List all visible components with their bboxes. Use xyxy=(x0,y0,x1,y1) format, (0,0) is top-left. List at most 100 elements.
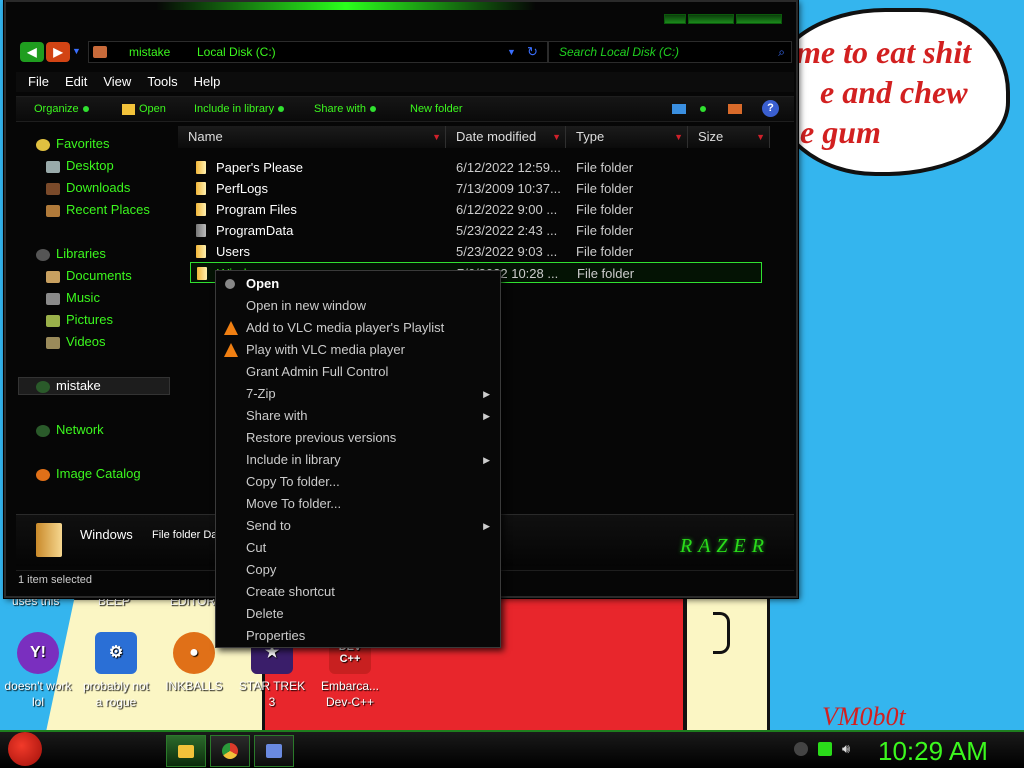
search-icon[interactable]: ⌕ xyxy=(778,42,785,62)
show-hidden-icons-icon[interactable] xyxy=(794,742,808,756)
close-button[interactable] xyxy=(736,14,782,24)
context-menu-item[interactable]: Create shortcut xyxy=(216,581,500,603)
table-row[interactable]: ProgramData 5/23/2022 2:43 ... File fold… xyxy=(190,220,762,241)
context-menu-item[interactable]: Delete xyxy=(216,603,500,625)
desktop-icon-label: INKBALLS xyxy=(165,679,223,693)
context-menu-label: Properties xyxy=(246,628,306,643)
folder-icon xyxy=(196,203,206,216)
context-menu-label: Create shortcut xyxy=(246,584,335,599)
nav-recent-places[interactable]: Recent Places xyxy=(46,200,150,220)
start-button-angry-bird-icon[interactable] xyxy=(8,732,42,766)
desktop-icon-rogue[interactable]: ⚙ probably not a rogue xyxy=(78,632,154,710)
submenu-arrow-icon: ▶ xyxy=(483,389,490,399)
music-icon xyxy=(46,292,60,305)
table-row[interactable]: PerfLogs 7/13/2009 10:37... File folder xyxy=(190,178,762,199)
nav-network[interactable]: Network xyxy=(36,420,104,440)
menu-file[interactable]: File xyxy=(22,72,55,92)
context-menu-item[interactable]: Share with ▶ xyxy=(216,405,500,427)
table-row[interactable]: Users 5/23/2022 9:03 ... File folder xyxy=(190,241,762,262)
context-menu-item[interactable]: Properties xyxy=(216,625,500,647)
context-menu-item[interactable]: Copy To folder... xyxy=(216,471,500,493)
breadcrumb-local-disk[interactable]: Local Disk (C:) xyxy=(197,42,276,62)
context-menu-item[interactable]: Move To folder... xyxy=(216,493,500,515)
taskbar-chrome-button[interactable] xyxy=(210,735,250,767)
back-button[interactable]: ◀ xyxy=(20,42,44,62)
breadcrumb-mistake[interactable]: mistake xyxy=(129,42,170,62)
volume-icon[interactable]: 🔊︎ xyxy=(842,742,856,756)
table-row[interactable]: Program Files 6/12/2022 9:00 ... File fo… xyxy=(190,199,762,220)
nav-documents[interactable]: Documents xyxy=(46,266,132,286)
context-menu-item[interactable]: Cut xyxy=(216,537,500,559)
view-options-icon[interactable] xyxy=(672,104,686,114)
file-name: Program Files xyxy=(216,202,297,217)
column-header-size[interactable]: Size ▼ xyxy=(688,126,770,148)
menu-edit[interactable]: Edit xyxy=(59,72,93,92)
context-menu-item[interactable]: Open xyxy=(216,273,500,295)
context-menu-item[interactable]: Add to VLC media player's Playlist xyxy=(216,317,500,339)
taskbar-explorer-button[interactable] xyxy=(166,735,206,767)
image-catalog-icon xyxy=(36,468,50,481)
desktop-icon-yahoo[interactable]: Y! doesn't work lol xyxy=(0,632,76,710)
column-dropdown-icon[interactable]: ▼ xyxy=(432,126,441,148)
nav-pictures[interactable]: Pictures xyxy=(46,310,113,330)
wallpaper-text-line-3: e gum xyxy=(800,114,881,150)
nav-videos[interactable]: Videos xyxy=(46,332,106,352)
nav-music[interactable]: Music xyxy=(46,288,100,308)
preview-pane-icon[interactable] xyxy=(728,104,742,114)
file-date: 6/12/2022 12:59... xyxy=(456,160,561,175)
context-menu-label: Open in new window xyxy=(246,298,366,313)
organize-button[interactable]: Organize xyxy=(34,97,89,121)
include-in-library-button[interactable]: Include in library xyxy=(194,97,285,121)
maximize-button[interactable] xyxy=(688,14,734,24)
folder-large-icon xyxy=(36,523,62,557)
column-dropdown-icon[interactable]: ▼ xyxy=(552,126,561,148)
minimize-button[interactable] xyxy=(664,14,686,24)
column-header-date[interactable]: Date modified ▼ xyxy=(446,126,566,148)
context-menu-item[interactable]: 7-Zip ▶ xyxy=(216,383,500,405)
file-date: 6/12/2022 9:00 ... xyxy=(456,202,558,217)
search-input[interactable]: Search Local Disk (C:) ⌕ xyxy=(548,41,792,63)
refresh-icon[interactable]: ↻ xyxy=(527,42,538,62)
context-menu-item[interactable]: Restore previous versions xyxy=(216,427,500,449)
nav-image-catalog[interactable]: Image Catalog xyxy=(36,464,141,484)
nav-libraries[interactable]: Libraries xyxy=(36,244,106,264)
context-menu-item[interactable]: Include in library ▶ xyxy=(216,449,500,471)
column-dropdown-icon[interactable]: ▼ xyxy=(674,126,683,148)
nav-downloads[interactable]: Downloads xyxy=(46,178,130,198)
network-tray-icon[interactable] xyxy=(818,742,832,756)
context-menu-item[interactable]: Play with VLC media player xyxy=(216,339,500,361)
taskbar-clock[interactable]: 10:29 AM xyxy=(878,736,988,766)
address-dropdown-icon[interactable]: ▼ xyxy=(507,42,516,62)
taskbar-control-panel-button[interactable] xyxy=(254,735,294,767)
help-icon[interactable]: ? xyxy=(762,100,779,117)
menu-tools[interactable]: Tools xyxy=(141,72,183,92)
menu-view[interactable]: View xyxy=(97,72,137,92)
window-controls xyxy=(664,14,782,24)
yahoo-messenger-icon: Y! xyxy=(17,632,59,674)
folder-open-icon xyxy=(122,103,135,115)
nav-favorites[interactable]: Favorites xyxy=(36,134,109,154)
new-folder-button[interactable]: New folder xyxy=(410,97,463,121)
address-bar[interactable]: mistake Local Disk (C:) ▼ ↻ xyxy=(88,41,548,63)
share-with-button[interactable]: Share with xyxy=(314,97,376,121)
nav-desktop[interactable]: Desktop xyxy=(46,156,114,176)
context-menu-item[interactable]: Send to ▶ xyxy=(216,515,500,537)
menu-help[interactable]: Help xyxy=(188,72,227,92)
nav-homegroup-mistake[interactable]: mistake xyxy=(36,376,101,396)
forward-button[interactable]: ▶ xyxy=(46,42,70,62)
file-type: File folder xyxy=(576,223,634,238)
column-header-name[interactable]: Name ▼ xyxy=(178,126,446,148)
documents-icon xyxy=(46,270,60,283)
libraries-icon xyxy=(36,248,50,261)
recent-pages-dropdown-icon[interactable]: ▼ xyxy=(72,46,81,56)
context-menu-item[interactable]: Grant Admin Full Control xyxy=(216,361,500,383)
file-date: 7/13/2009 10:37... xyxy=(456,181,561,196)
view-dropdown[interactable] xyxy=(696,97,706,121)
column-header-type[interactable]: Type ▼ xyxy=(566,126,688,148)
context-menu-item[interactable]: Copy xyxy=(216,559,500,581)
table-row[interactable]: Paper's Please 6/12/2022 12:59... File f… xyxy=(190,157,762,178)
details-name: Windows xyxy=(80,527,133,542)
column-dropdown-icon[interactable]: ▼ xyxy=(756,126,765,148)
context-menu-item[interactable]: Open in new window xyxy=(216,295,500,317)
open-button[interactable]: Open xyxy=(122,97,166,121)
